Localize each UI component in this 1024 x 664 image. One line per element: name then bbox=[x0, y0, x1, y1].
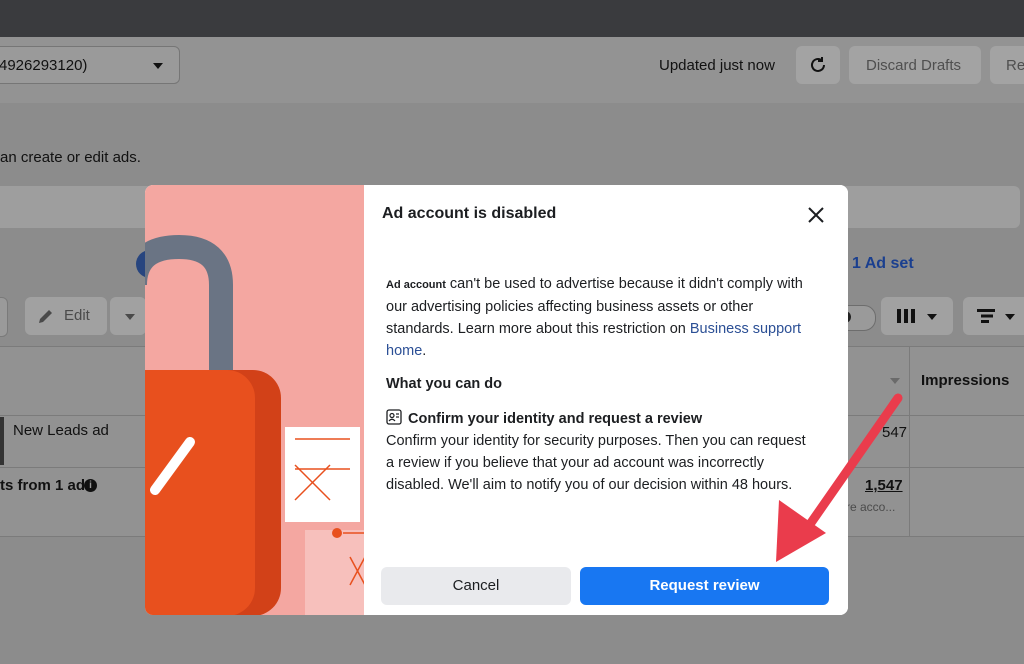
columns-button[interactable] bbox=[881, 297, 953, 335]
review-publish-button[interactable]: Re bbox=[990, 46, 1024, 84]
browser-top-bar bbox=[0, 0, 1024, 37]
refresh-icon bbox=[811, 57, 825, 72]
ad-account-select[interactable]: 4926293120) bbox=[0, 46, 180, 84]
breakdown-button[interactable] bbox=[963, 297, 1024, 335]
dialog-body-suffix: . bbox=[422, 343, 427, 359]
row-impressions: 547 bbox=[882, 424, 908, 441]
info-icon[interactable]: i bbox=[84, 479, 97, 492]
ad-name[interactable]: New Leads ad bbox=[13, 422, 109, 439]
request-review-button[interactable]: Request review bbox=[580, 567, 829, 605]
cancel-button[interactable]: Cancel bbox=[381, 567, 571, 605]
ad-thumbnail bbox=[0, 417, 4, 465]
lock-illustration bbox=[145, 185, 365, 615]
close-icon bbox=[808, 207, 824, 223]
results-summary: ts from 1 ad bbox=[0, 477, 86, 494]
sort-icon[interactable] bbox=[890, 378, 900, 384]
lock-illustration-art bbox=[145, 234, 365, 615]
chevron-down-icon bbox=[1005, 314, 1015, 320]
edit-menu-button[interactable] bbox=[110, 297, 146, 335]
edit-button[interactable]: Edit bbox=[25, 297, 107, 335]
breakdown-icon bbox=[977, 309, 995, 323]
review-publish-label: Re bbox=[1006, 57, 1024, 74]
what-you-can-do-heading: What you can do bbox=[386, 376, 502, 392]
permission-notice: an create or edit ads. bbox=[0, 149, 141, 166]
refresh-button[interactable] bbox=[796, 46, 840, 84]
divider bbox=[909, 346, 910, 536]
dialog-title: Ad account is disabled bbox=[382, 205, 557, 222]
confirm-identity-body: Confirm your identity for security purpo… bbox=[386, 433, 806, 493]
ad-account-disabled-dialog: Ad account is disabled Ad account can't … bbox=[145, 185, 848, 615]
ad-account-select-value: 4926293120) bbox=[0, 57, 88, 74]
id-card-icon bbox=[386, 409, 402, 425]
total-subtext: re acco... bbox=[846, 500, 896, 514]
create-button[interactable] bbox=[0, 297, 8, 337]
dialog-panel: Ad account is disabled Ad account can't … bbox=[364, 185, 848, 615]
discard-drafts-button[interactable]: Discard Drafts bbox=[849, 46, 981, 84]
updated-status: Updated just now bbox=[659, 57, 775, 74]
columns-icon bbox=[897, 309, 915, 323]
ad-account-label: Ad account bbox=[386, 279, 446, 291]
adset-link[interactable]: 1 Ad set bbox=[852, 255, 914, 273]
pencil-icon bbox=[39, 310, 52, 323]
chevron-down-icon bbox=[153, 63, 163, 69]
edit-label: Edit bbox=[64, 307, 90, 324]
chevron-down-icon bbox=[927, 314, 937, 320]
confirm-identity-heading: Confirm your identity and request a revi… bbox=[408, 411, 703, 427]
impressions-column-header[interactable]: Impressions bbox=[921, 372, 1009, 389]
dialog-body: Ad account can't be used to advertise be… bbox=[386, 273, 806, 362]
total-impressions[interactable]: 1,547 bbox=[865, 477, 903, 494]
discard-drafts-label: Discard Drafts bbox=[866, 57, 962, 74]
chevron-down-icon bbox=[125, 314, 135, 320]
close-button[interactable] bbox=[804, 203, 828, 227]
